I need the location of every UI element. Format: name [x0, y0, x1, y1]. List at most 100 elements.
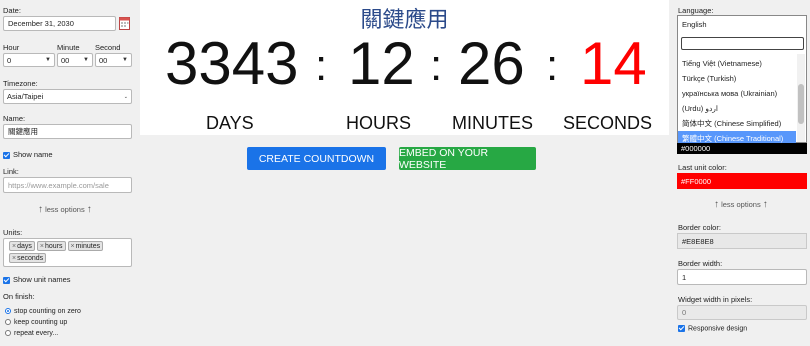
border-width-label: Border width:: [678, 259, 723, 268]
border-width-input[interactable]: 1: [677, 269, 807, 285]
name-input[interactable]: 關鍵應用: [3, 124, 132, 139]
widget-width-input[interactable]: 0: [677, 305, 807, 320]
finish-option-label: keep counting up: [14, 319, 68, 326]
minute-label: Minute: [57, 43, 80, 52]
responsive-design-label: Responsive design: [688, 325, 748, 333]
separator: :: [430, 41, 443, 90]
unit-tag-label: hours: [44, 242, 63, 250]
finish-option-label: repeat every...: [14, 330, 59, 337]
timezone-value: Asia/Taipei: [7, 92, 44, 101]
radio-icon[interactable]: [5, 319, 11, 326]
checkbox-checked-icon[interactable]: [3, 276, 10, 284]
show-name-label: Show name: [13, 150, 53, 159]
language-option[interactable]: українська мова (Ukrainian): [678, 86, 796, 101]
chevron-down-icon: ⌄: [123, 93, 128, 100]
embed-website-button[interactable]: EMBED ON YOUR WEBSITE: [399, 147, 536, 171]
less-options-link-left[interactable]: ↑ less options ↑: [38, 204, 92, 215]
link-input[interactable]: https://www.example.com/sale: [3, 177, 132, 193]
finish-option-label: stop counting on zero: [14, 308, 81, 315]
language-option[interactable]: Türkçe (Turkish): [678, 71, 796, 86]
second-label: Second: [95, 43, 121, 52]
checkbox-checked-icon[interactable]: [678, 325, 685, 332]
link-placeholder: https://www.example.com/sale: [8, 180, 109, 190]
chevron-down-icon: ▼: [83, 57, 89, 63]
minute-select[interactable]: 00 ▼: [57, 53, 93, 67]
chevron-down-icon: ▼: [122, 57, 128, 63]
arrow-up-icon: ↑: [38, 204, 43, 215]
language-option[interactable]: 简体中文 (Chinese Simplified): [678, 116, 796, 131]
seconds-label: SECONDS: [563, 113, 653, 133]
unit-tag[interactable]: × hours: [36, 241, 66, 251]
language-search-input[interactable]: [681, 37, 804, 50]
seconds-value: 14: [580, 30, 647, 97]
border-color-input[interactable]: #E8E8E8: [677, 233, 807, 249]
show-name-toggle[interactable]: Show name: [3, 150, 53, 159]
arrow-up-icon: ↑: [86, 204, 92, 215]
separator: :: [546, 41, 559, 90]
timezone-label: Timezone:: [3, 79, 38, 88]
on-finish-label: On finish:: [3, 292, 35, 301]
arrow-up-icon: ↑: [762, 199, 768, 210]
dropdown-scrollbar[interactable]: [797, 54, 805, 142]
last-unit-color-input[interactable]: #FF0000: [677, 173, 807, 189]
language-selected: English: [682, 20, 707, 29]
finish-option-repeat[interactable]: repeat every...: [5, 330, 58, 337]
less-options-label: less options: [45, 205, 85, 214]
language-option[interactable]: Tiếng Việt (Vietnamese): [678, 56, 796, 71]
units-label: Units:: [3, 228, 23, 237]
remove-icon[interactable]: ×: [40, 243, 44, 250]
hour-value: 0: [7, 55, 12, 65]
finish-option-stop[interactable]: stop counting on zero: [5, 308, 81, 315]
responsive-design-toggle[interactable]: Responsive design: [678, 325, 747, 332]
less-options-link-right[interactable]: ↑ less options ↑: [714, 199, 768, 210]
remove-icon[interactable]: ×: [12, 255, 16, 262]
date-label: Date:: [3, 6, 21, 15]
name-label: Name:: [3, 114, 26, 123]
unit-tag[interactable]: × seconds: [9, 253, 47, 263]
date-input[interactable]: December 31, 2030: [3, 16, 116, 31]
show-unit-names-toggle[interactable]: Show unit names: [3, 275, 71, 284]
unit-tag-label: days: [17, 242, 32, 250]
show-unit-names-label: Show unit names: [13, 275, 71, 284]
calendar-icon[interactable]: [119, 16, 130, 30]
second-value: 00: [99, 55, 108, 65]
link-label: Link:: [3, 167, 19, 176]
countdown-preview: 關鍵應用 3343 : 12 : 26 : 14 DAYS HOURS MINU…: [140, 0, 669, 135]
days-label: DAYS: [206, 113, 254, 133]
create-countdown-button[interactable]: CREATE COUNTDOWN: [247, 147, 386, 170]
color-input[interactable]: #000000: [677, 143, 807, 154]
hour-label: Hour: [3, 43, 20, 52]
arrow-up-icon: ↑: [714, 199, 719, 210]
checkbox-checked-icon[interactable]: [3, 151, 10, 159]
widget-width-label: Widget width in pixels:: [678, 295, 753, 304]
hour-select[interactable]: 0 ▼: [3, 53, 55, 67]
hours-label: HOURS: [346, 113, 412, 133]
border-color-label: Border color:: [678, 223, 721, 232]
less-options-label: less options: [721, 200, 761, 209]
remove-icon[interactable]: ×: [71, 243, 75, 250]
scrollbar-thumb[interactable]: [798, 84, 804, 124]
unit-tag[interactable]: × days: [9, 241, 35, 251]
hours-value: 12: [348, 30, 415, 97]
chevron-down-icon: ▼: [45, 57, 51, 63]
units-multiselect[interactable]: × days × hours × minutes × seconds: [3, 238, 132, 267]
language-option[interactable]: (Urdu) اردو: [678, 101, 796, 116]
radio-icon[interactable]: [5, 330, 11, 337]
unit-tag-label: minutes: [75, 242, 101, 250]
minutes-label: MINUTES: [452, 113, 533, 133]
days-value: 3343: [165, 30, 299, 97]
language-options: Tiếng Việt (Vietnamese) Türkçe (Turkish)…: [678, 56, 796, 146]
unit-tag-label: seconds: [17, 254, 44, 262]
separator: :: [315, 41, 328, 90]
second-select[interactable]: 00 ▼: [95, 53, 132, 67]
unit-tag[interactable]: × minutes: [67, 241, 104, 251]
language-dropdown[interactable]: English Tiếng Việt (Vietnamese) Türkçe (…: [677, 15, 807, 146]
minute-value: 00: [61, 55, 70, 65]
finish-option-keep[interactable]: keep counting up: [5, 319, 67, 326]
minutes-value: 26: [458, 30, 525, 97]
timezone-select[interactable]: Asia/Taipei ⌄: [3, 89, 132, 104]
remove-icon[interactable]: ×: [12, 243, 16, 250]
last-unit-color-label: Last unit color:: [678, 163, 727, 172]
radio-selected-icon[interactable]: [5, 308, 11, 315]
language-label: Language:: [678, 6, 714, 15]
